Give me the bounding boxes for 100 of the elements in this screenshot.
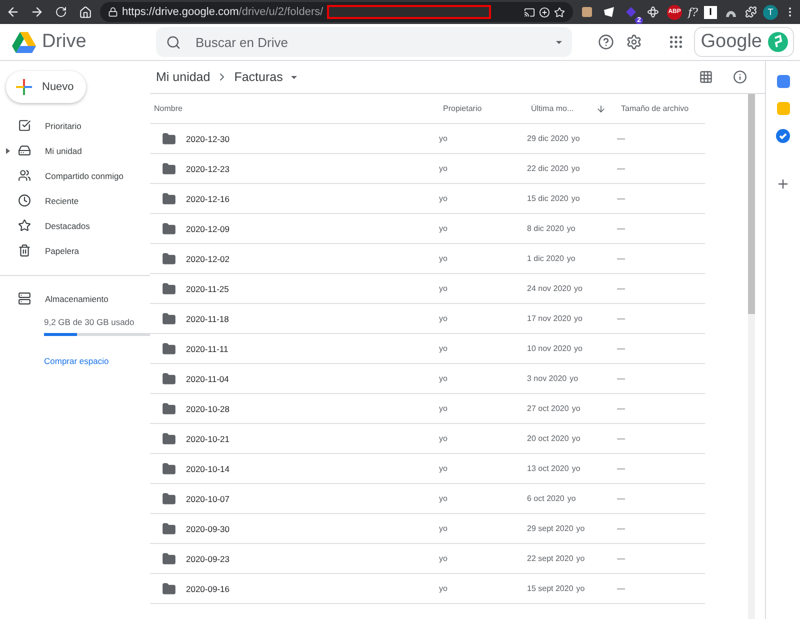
size-cell-text: — xyxy=(617,254,626,263)
plus-icon xyxy=(16,79,32,95)
lock-icon xyxy=(108,7,118,17)
nav-item[interactable]: Almacenamiento xyxy=(0,286,150,311)
account-avatar-icon xyxy=(768,32,788,52)
folder-name[interactable]: 2020-12-16 xyxy=(150,192,439,206)
folder-icon xyxy=(162,582,176,596)
folder-name[interactable]: 2020-11-11 xyxy=(150,342,439,356)
folder-icon xyxy=(162,342,176,356)
help-icon[interactable] xyxy=(598,34,614,50)
account-button[interactable]: Google xyxy=(694,27,794,57)
folder-name[interactable]: 2020-10-28 xyxy=(150,402,439,416)
modified-cell-text: 3 nov 2020 yo xyxy=(527,374,580,383)
extensions-icon[interactable] xyxy=(745,6,757,18)
folder-name[interactable]: 2020-12-02 xyxy=(150,252,439,266)
size-cell-text: — xyxy=(617,344,626,353)
address-bar[interactable]: https://drive.google.com/drive/u/2/folders/ xyxy=(100,2,574,22)
breadcrumb-item[interactable]: Mi unidad xyxy=(156,70,210,84)
modified-cell-text: 15 dic 2020 yo xyxy=(527,194,581,203)
atom-icon[interactable] xyxy=(645,4,662,20)
column-header[interactable]: Última mo... xyxy=(527,104,617,114)
settings-icon[interactable] xyxy=(626,34,642,50)
column-header[interactable]: Nombre xyxy=(150,104,439,113)
modified-cell-text: 6 oct 2020 yo xyxy=(527,494,577,503)
size-cell-text: — xyxy=(617,494,626,503)
size-cell-text: — xyxy=(617,284,626,293)
nav-item[interactable]: Destacados xyxy=(0,213,150,238)
column-header[interactable]: Propietario xyxy=(439,104,527,113)
people-icon xyxy=(18,169,31,182)
owner-cell-text: yo xyxy=(439,524,448,533)
buy-storage-link[interactable]: Comprar espacio xyxy=(44,356,150,366)
trash-icon xyxy=(18,244,31,257)
nav-item[interactable]: Prioritario xyxy=(0,113,150,138)
bookmark-icon[interactable] xyxy=(554,6,566,18)
profile-avatar[interactable]: T xyxy=(763,4,778,20)
folder-name[interactable]: 2020-12-23 xyxy=(150,162,439,176)
nav-item[interactable]: Compartido conmigo xyxy=(0,163,150,188)
reader-extension[interactable]: I xyxy=(704,6,717,18)
size-cell-text: — xyxy=(617,224,626,233)
drive-logo-icon xyxy=(12,32,36,52)
nav-item[interactable]: Reciente xyxy=(0,188,150,213)
new-button[interactable]: Nuevo xyxy=(6,71,86,103)
folder-name[interactable]: 2020-10-21 xyxy=(150,432,439,446)
grid-view-icon[interactable] xyxy=(699,70,713,84)
nav-item[interactable]: Mi unidad xyxy=(0,138,150,163)
nav-item[interactable]: Papelera xyxy=(0,238,150,263)
owner-cell-text: yo xyxy=(439,434,448,443)
search-field[interactable]: Buscar en Drive xyxy=(156,27,572,57)
folder-name[interactable]: 2020-12-09 xyxy=(150,222,439,236)
folder-icon xyxy=(162,192,176,206)
folder-icon xyxy=(162,552,176,566)
folder-icon xyxy=(162,282,176,296)
dropdown-icon[interactable] xyxy=(556,40,562,44)
size-cell-text: — xyxy=(617,554,626,563)
folder-icon xyxy=(162,372,176,386)
size-cell-text: — xyxy=(617,194,626,203)
folder-icon xyxy=(162,402,176,416)
folder-name[interactable]: 2020-11-18 xyxy=(150,312,439,326)
modified-cell-text: 17 nov 2020 yo xyxy=(527,314,584,323)
checkbox-icon xyxy=(18,119,31,132)
breadcrumb-item[interactable]: Facturas xyxy=(234,70,297,84)
folder-name[interactable]: 2020-09-30 xyxy=(150,522,439,536)
folder-name[interactable]: 2020-12-30 xyxy=(150,132,439,146)
modified-cell-text: 10 nov 2020 yo xyxy=(527,344,584,353)
modified-cell-text: 20 oct 2020 yo xyxy=(527,434,582,443)
apps-icon[interactable] xyxy=(668,34,684,50)
size-cell-text: — xyxy=(617,584,626,593)
add-icon[interactable] xyxy=(776,177,790,191)
folder-icon xyxy=(162,522,176,536)
size-cell-text: — xyxy=(617,374,626,383)
modified-cell-text: 1 dic 2020 yo xyxy=(527,254,576,263)
search-icon[interactable] xyxy=(166,34,182,50)
size-cell-text: — xyxy=(617,134,626,143)
folder-name[interactable]: 2020-10-07 xyxy=(150,492,439,506)
formula-extension[interactable]: f? xyxy=(688,6,698,18)
storage-icon xyxy=(18,292,31,305)
folder-name[interactable]: 2020-10-14 xyxy=(150,462,439,476)
column-header[interactable]: Tamaño de archivo xyxy=(617,104,705,113)
cast-icon[interactable] xyxy=(524,6,536,18)
owner-cell-text: yo xyxy=(439,554,448,563)
owner-cell-text: yo xyxy=(439,164,448,173)
folder-name[interactable]: 2020-09-23 xyxy=(150,552,439,566)
calendar-icon[interactable] xyxy=(776,75,790,88)
folder-name[interactable]: 2020-09-16 xyxy=(150,582,439,596)
star-icon xyxy=(18,219,31,232)
folder-name[interactable]: 2020-11-04 xyxy=(150,372,439,386)
modified-cell-text: 27 oct 2020 yo xyxy=(527,404,582,413)
info-icon[interactable] xyxy=(733,70,747,84)
storage-usage: 9,2 GB de 30 GB usado xyxy=(44,317,136,327)
expand-caret-icon[interactable] xyxy=(6,148,10,154)
clock-icon xyxy=(18,194,31,207)
add-icon[interactable] xyxy=(539,6,550,18)
folder-icon xyxy=(162,432,176,446)
tasks-icon[interactable] xyxy=(776,129,790,143)
size-cell-text: — xyxy=(617,434,626,443)
modified-cell-text: 22 dic 2020 yo xyxy=(527,164,581,173)
size-cell-text: — xyxy=(617,314,626,323)
folder-name[interactable]: 2020-11-25 xyxy=(150,282,439,296)
sort-arrow-icon[interactable] xyxy=(596,104,606,114)
owner-cell-text: yo xyxy=(439,314,448,323)
